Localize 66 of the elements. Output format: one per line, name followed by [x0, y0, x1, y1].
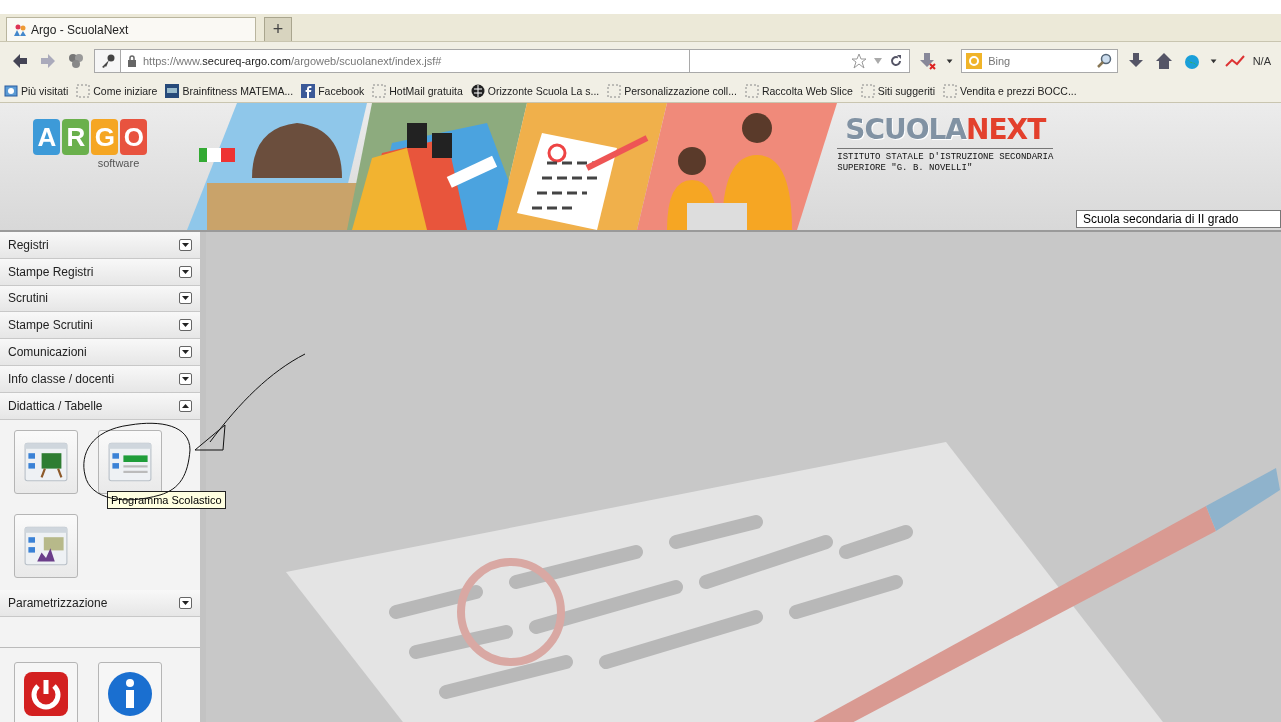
menu-tile-button[interactable]: [14, 513, 78, 578]
bookmark-item[interactable]: Raccolta Web Slice: [744, 84, 853, 98]
menu-section-header[interactable]: Parametrizzazione: [0, 590, 200, 618]
page-icon: [744, 84, 759, 98]
address-bar[interactable]: https://www.secureq-argo.com/argoweb/scuolanext/index.jsf#: [120, 49, 690, 73]
addon-label[interactable]: N/A: [1252, 55, 1271, 67]
logo-letter: O: [120, 119, 148, 155]
caret-icon: [179, 238, 192, 251]
menu-section-header[interactable]: Didattica / Tabelle: [0, 392, 200, 420]
menu-tile-button[interactable]: [98, 429, 162, 494]
caret-icon: [179, 319, 192, 332]
caret-icon: [179, 265, 192, 278]
menu-tile-button[interactable]: [14, 429, 78, 494]
menu-section-header[interactable]: Scrutini: [0, 285, 200, 313]
product-logo: SCUOLANEXT: [837, 113, 1054, 149]
bookmark-item[interactable]: Più visitati: [4, 84, 69, 98]
caret-icon: [179, 372, 192, 385]
bookmark-item[interactable]: Vendita e prezzi BOCC...: [943, 84, 1077, 98]
app-window-icon: [24, 441, 68, 482]
menu-section-header[interactable]: Info classe / docenti: [0, 366, 200, 393]
search-field[interactable]: Bing: [986, 54, 1093, 68]
page-icon: [860, 84, 875, 98]
lock-icon: [127, 55, 137, 67]
info-button[interactable]: [98, 662, 162, 722]
star-icon[interactable]: [851, 53, 867, 69]
identity-button[interactable]: [94, 49, 120, 73]
caret-icon: [179, 597, 192, 610]
globe-icon: [470, 84, 485, 98]
caret-icon: [179, 399, 192, 412]
facebook-icon: [301, 84, 316, 98]
bookmark-item[interactable]: Personalizzazione coll...: [607, 84, 737, 98]
app-window-icon: [108, 441, 152, 482]
search-icon[interactable]: [1096, 53, 1113, 69]
menu-section-header[interactable]: Comunicazioni: [0, 339, 200, 366]
bookmark-item[interactable]: Siti suggeriti: [860, 84, 935, 98]
logo-letter: R: [62, 119, 90, 155]
people-icon: [13, 22, 27, 37]
reload-icon[interactable]: [889, 54, 903, 68]
search-box[interactable]: Bing: [961, 49, 1118, 73]
bookmark-item[interactable]: HotMail gratuita: [372, 84, 463, 98]
bookmark-item[interactable]: Facebook: [301, 84, 365, 98]
caret-icon: [179, 346, 192, 359]
menu-section-header[interactable]: Stampe Scrutini: [0, 312, 200, 340]
school-type-field[interactable]: Scuola secondaria di II grado: [1076, 210, 1281, 228]
institute-name: ISTITUTO STATALE D'ISTRUZIONE SECONDARIA SUPERIORE "G. B. NOVELLI": [837, 152, 1055, 174]
menu-section-header[interactable]: Stampe Registri: [0, 258, 200, 286]
new-tab-button[interactable]: +: [264, 17, 292, 41]
folder-icon: [4, 84, 18, 98]
page-icon: [76, 84, 91, 98]
app-icon: [165, 84, 180, 98]
logo-letter: A: [33, 119, 61, 155]
logout-button[interactable]: [14, 662, 78, 722]
bookmark-item[interactable]: Brainfitness MATEMA...: [165, 84, 294, 98]
browser-tab[interactable]: Argo - ScuolaNext: [6, 17, 256, 41]
app-window-icon: [24, 525, 68, 566]
page-icon: [607, 84, 622, 98]
bookmark-item[interactable]: Come iniziare: [76, 84, 158, 98]
bookmark-item[interactable]: Orizzonte Scuola La s...: [470, 84, 600, 98]
logo-letter: G: [91, 119, 119, 155]
page-icon: [372, 84, 387, 98]
menu-section-header[interactable]: Registri: [0, 232, 200, 259]
download-blocked-icon[interactable]: [918, 51, 938, 71]
page-icon: [943, 84, 957, 98]
logo-subtitle: software: [97, 157, 140, 169]
url-text: https://www.secureq-argo.com/argoweb/scuolanext/index.jsf#: [143, 55, 442, 67]
caret-icon: [179, 292, 192, 305]
